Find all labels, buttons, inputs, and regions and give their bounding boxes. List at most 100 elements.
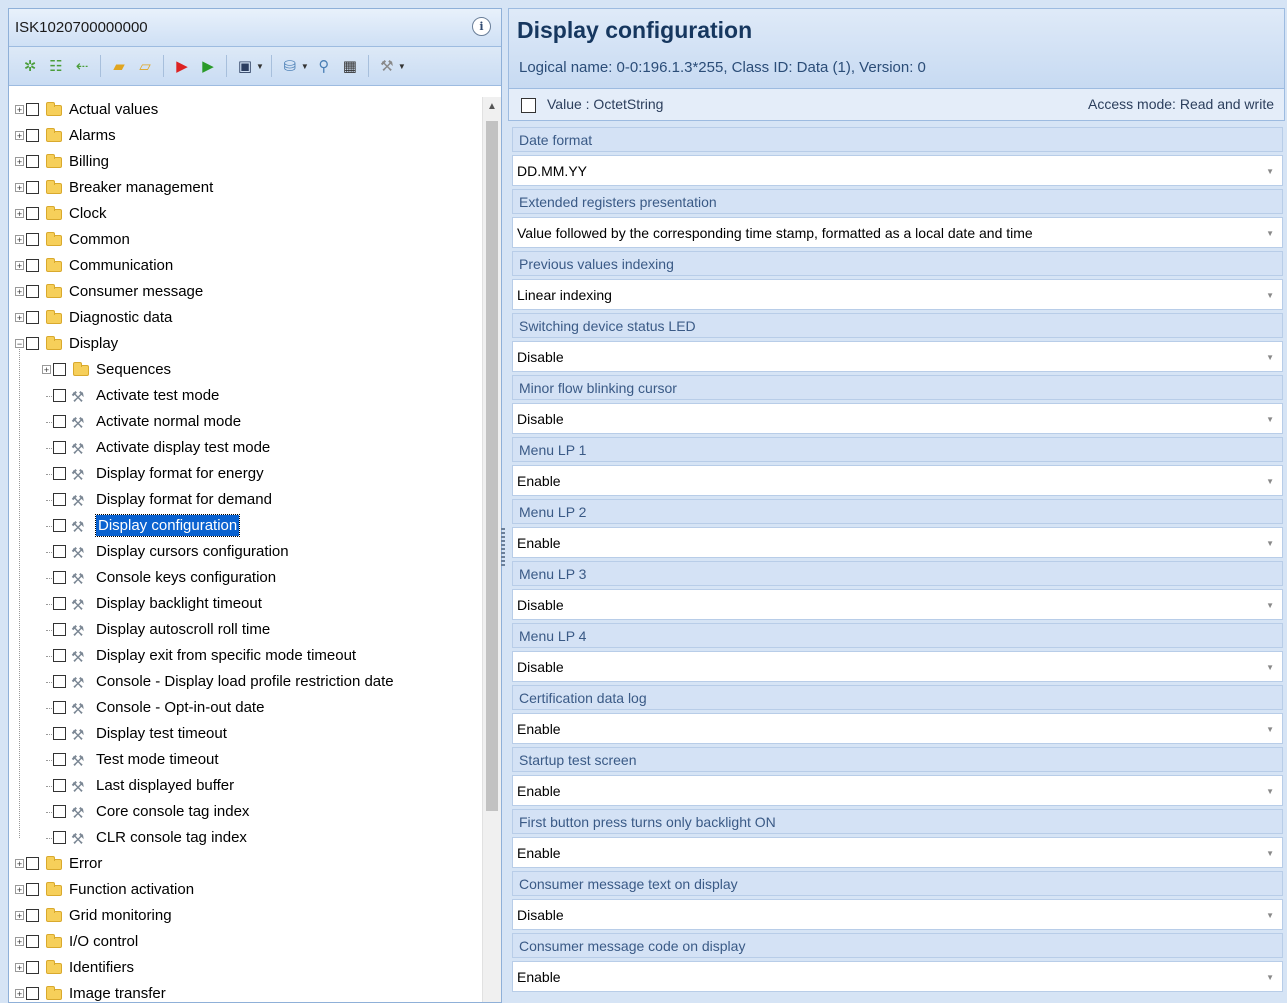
tree-checkbox[interactable]: [26, 103, 39, 116]
splitter-grip[interactable]: [501, 528, 505, 568]
tree-folder[interactable]: + Common: [9, 227, 483, 253]
tree-checkbox[interactable]: [53, 779, 66, 792]
expand-icon[interactable]: +: [15, 157, 24, 167]
tree-item[interactable]: ⚒ Display format for demand: [9, 487, 483, 513]
expand-icon[interactable]: +: [15, 911, 24, 921]
tree-folder[interactable]: + Billing: [9, 149, 483, 175]
tree-item[interactable]: ⚒ Display configuration: [9, 513, 483, 539]
dropdown-arrow-icon[interactable]: ▼: [1266, 342, 1274, 373]
tree-item[interactable]: ⚒ Display cursors configuration: [9, 539, 483, 565]
scroll-up-icon[interactable]: ▲: [483, 101, 501, 112]
tree-checkbox[interactable]: [53, 623, 66, 636]
tree-folder[interactable]: + Image transfer: [9, 981, 483, 1002]
import-red-icon[interactable]: ▶: [171, 55, 193, 77]
tree-label[interactable]: Display autoscroll roll time: [96, 617, 270, 643]
dropdown-arrow-icon[interactable]: ▼: [1266, 466, 1274, 497]
dropdown-arrow-icon[interactable]: ▼: [1266, 962, 1274, 993]
read-icon[interactable]: ⛁: [279, 55, 301, 77]
tree-label[interactable]: I/O control: [69, 929, 138, 955]
expand-icon[interactable]: +: [42, 365, 51, 375]
tree-item[interactable]: ⚒ Activate normal mode: [9, 409, 483, 435]
tree-label[interactable]: Display cursors configuration: [96, 539, 289, 565]
expand-icon[interactable]: +: [15, 963, 24, 973]
tree-scrollbar[interactable]: ▲: [482, 97, 501, 1002]
tree-view-icon[interactable]: ☷: [45, 55, 67, 77]
tree-folder[interactable]: + Alarms: [9, 123, 483, 149]
dropdown-arrow-icon[interactable]: ▼: [1266, 714, 1274, 745]
tree-folder[interactable]: + Consumer message: [9, 279, 483, 305]
tree-label[interactable]: Function activation: [69, 877, 194, 903]
tree-item[interactable]: ⚒ Display backlight timeout: [9, 591, 483, 617]
dropdown-arrow-icon[interactable]: ▼: [1266, 218, 1274, 249]
save-dropdown-icon[interactable]: ▼: [256, 62, 264, 71]
tree-checkbox[interactable]: [53, 649, 66, 662]
remove-folder-icon[interactable]: ▱: [134, 55, 156, 77]
field-select[interactable]: Value followed by the corresponding time…: [512, 217, 1283, 248]
field-select[interactable]: Enable ▼: [512, 465, 1283, 496]
tree-checkbox[interactable]: [26, 337, 39, 350]
tree-checkbox[interactable]: [53, 415, 66, 428]
tree-checkbox[interactable]: [26, 961, 39, 974]
tree-folder[interactable]: − Display: [9, 331, 483, 357]
tree-label[interactable]: Last displayed buffer: [96, 773, 234, 799]
expand-icon[interactable]: +: [15, 859, 24, 869]
field-select[interactable]: Disable ▼: [512, 589, 1283, 620]
dropdown-arrow-icon[interactable]: ▼: [1266, 156, 1274, 187]
tree-checkbox[interactable]: [53, 545, 66, 558]
tree-label[interactable]: Test mode timeout: [96, 747, 219, 773]
tree-checkbox[interactable]: [26, 155, 39, 168]
tree-item[interactable]: ⚒ Activate display test mode: [9, 435, 483, 461]
tree-checkbox[interactable]: [53, 441, 66, 454]
tree-label[interactable]: Console keys configuration: [96, 565, 276, 591]
tree-folder[interactable]: + Identifiers: [9, 955, 483, 981]
tree-checkbox[interactable]: [53, 363, 66, 376]
tree-folder[interactable]: + Breaker management: [9, 175, 483, 201]
expand-icon[interactable]: +: [15, 131, 24, 141]
tree-checkbox[interactable]: [53, 675, 66, 688]
tools-icon[interactable]: ⚒: [376, 55, 398, 77]
info-icon[interactable]: i: [472, 17, 491, 36]
field-select[interactable]: Enable ▼: [512, 713, 1283, 744]
tree-item[interactable]: ⚒ Console keys configuration: [9, 565, 483, 591]
tree-label[interactable]: Display backlight timeout: [96, 591, 262, 617]
dropdown-arrow-icon[interactable]: ▼: [1266, 590, 1274, 621]
tree-label[interactable]: Alarms: [69, 123, 116, 149]
save-icon[interactable]: ▣: [234, 55, 256, 77]
tree-checkbox[interactable]: [26, 987, 39, 1000]
tree-folder[interactable]: + Actual values: [9, 97, 483, 123]
tree-folder[interactable]: + Sequences: [9, 357, 483, 383]
expand-icon[interactable]: +: [15, 885, 24, 895]
tree-label[interactable]: Display test timeout: [96, 721, 227, 747]
tree-checkbox[interactable]: [53, 727, 66, 740]
field-select[interactable]: DD.MM.YY ▼: [512, 155, 1283, 186]
tree-item[interactable]: ⚒ Display test timeout: [9, 721, 483, 747]
dropdown-arrow-icon[interactable]: ▼: [1266, 280, 1274, 311]
expand-icon[interactable]: +: [15, 183, 24, 193]
tree-label[interactable]: Console - Display load profile restricti…: [96, 669, 394, 695]
tree-label[interactable]: Common: [69, 227, 130, 253]
tree-label[interactable]: Sequences: [96, 357, 171, 383]
tree-label[interactable]: Display configuration: [94, 514, 241, 537]
expand-icon[interactable]: +: [15, 235, 24, 245]
search-icon[interactable]: ⚲: [313, 55, 335, 77]
tree-checkbox[interactable]: [53, 701, 66, 714]
tree-item[interactable]: ⚒ Activate test mode: [9, 383, 483, 409]
tree-folder[interactable]: + I/O control: [9, 929, 483, 955]
tree-label[interactable]: Billing: [69, 149, 109, 175]
expand-icon[interactable]: +: [15, 287, 24, 297]
dropdown-arrow-icon[interactable]: ▼: [1266, 528, 1274, 559]
field-select[interactable]: Enable ▼: [512, 527, 1283, 558]
tree-item[interactable]: ⚒ Last displayed buffer: [9, 773, 483, 799]
tree-checkbox[interactable]: [53, 571, 66, 584]
scroll-thumb[interactable]: [486, 121, 498, 811]
dropdown-arrow-icon[interactable]: ▼: [1266, 404, 1274, 435]
field-select[interactable]: Enable ▼: [512, 837, 1283, 868]
expand-icon[interactable]: +: [15, 937, 24, 947]
tree-label[interactable]: Activate display test mode: [96, 435, 270, 461]
tree-checkbox[interactable]: [26, 181, 39, 194]
tree-checkbox[interactable]: [53, 493, 66, 506]
tree-label[interactable]: Activate test mode: [96, 383, 219, 409]
tree-checkbox[interactable]: [26, 259, 39, 272]
tree-label[interactable]: CLR console tag index: [96, 825, 247, 851]
tree-item[interactable]: ⚒ Core console tag index: [9, 799, 483, 825]
